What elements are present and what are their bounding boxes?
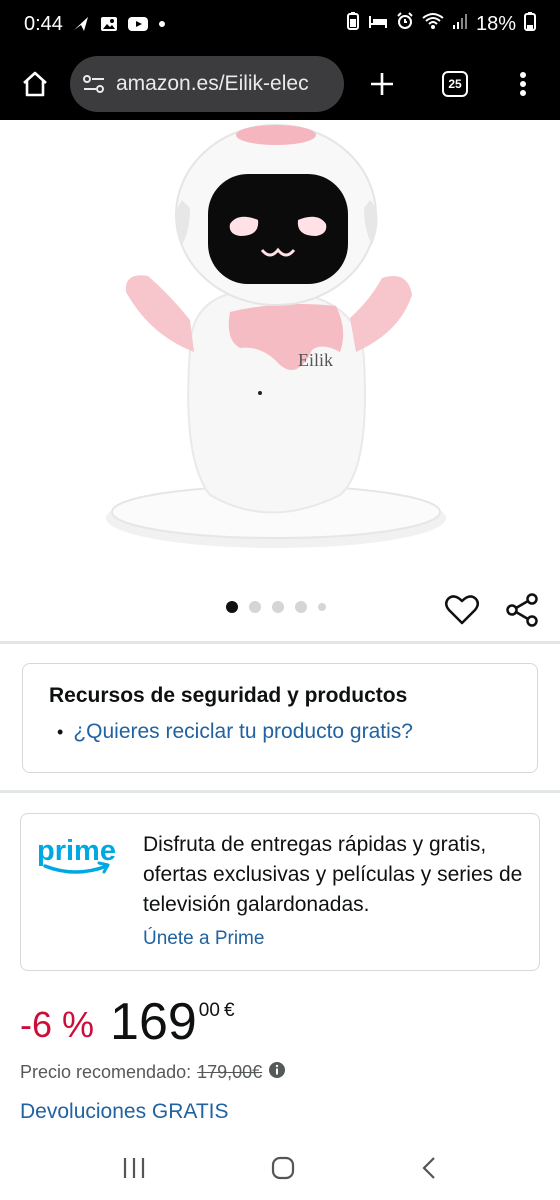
- share-icon: [506, 593, 538, 627]
- recommended-price-row: Precio recomendado: 179,00€: [20, 1061, 286, 1084]
- safety-title: Recursos de seguridad y productos: [49, 684, 408, 707]
- rrp-label: Precio recomendado:: [20, 1062, 192, 1082]
- more-notifications-icon: [157, 19, 167, 29]
- price-whole: 169: [110, 993, 197, 1051]
- system-back-button[interactable]: [419, 1155, 439, 1186]
- site-settings-icon[interactable]: [82, 73, 106, 95]
- prime-logo: prime: [37, 830, 129, 954]
- clock: 0:44: [24, 12, 63, 35]
- battery-icon: [524, 11, 536, 37]
- sleep-mode-icon: [368, 12, 388, 36]
- carousel-dot[interactable]: [226, 601, 238, 613]
- price-block: -6 % 169 00 €: [20, 994, 235, 1050]
- section-divider: [0, 641, 560, 644]
- join-prime-link[interactable]: Únete a Prime: [143, 928, 523, 950]
- home-button[interactable]: [0, 48, 70, 120]
- heart-icon: [445, 595, 479, 625]
- carousel-dot[interactable]: [318, 603, 326, 611]
- prime-description: Disfruta de entregas rápidas y gratis, o…: [143, 833, 523, 916]
- more-vert-icon: [520, 72, 526, 96]
- url-text: amazon.es/Eilik-elec: [116, 72, 309, 95]
- system-home-button[interactable]: [270, 1155, 296, 1186]
- signal-icon: [452, 12, 468, 36]
- wifi-icon: [422, 12, 444, 36]
- product-image[interactable]: Eilik: [90, 120, 470, 560]
- discount-percentage: -6 %: [20, 1004, 95, 1045]
- recent-apps-button[interactable]: [121, 1156, 147, 1185]
- home-icon: [23, 71, 47, 97]
- status-bar: 0:44 18%: [0, 0, 560, 48]
- browser-toolbar: amazon.es/Eilik-elec 25: [0, 48, 560, 120]
- back-icon: [422, 1156, 435, 1179]
- tab-switcher-button[interactable]: 25: [420, 48, 490, 120]
- share-button[interactable]: [504, 592, 542, 630]
- plus-icon: [371, 73, 393, 95]
- new-tab-button[interactable]: [344, 48, 420, 120]
- system-navigation-bar: [0, 1140, 560, 1200]
- free-returns-link[interactable]: Devoluciones GRATIS: [20, 1100, 229, 1124]
- prime-promo-card[interactable]: prime Disfruta de entregas rápidas y gra…: [20, 813, 540, 971]
- browser-menu-button[interactable]: [490, 48, 556, 120]
- section-divider: [0, 790, 560, 793]
- rrp-value: 179,00€: [197, 1062, 263, 1082]
- carousel-dot[interactable]: [295, 601, 307, 613]
- prime-logo-text: prime: [37, 835, 116, 867]
- price-currency: €: [223, 1000, 235, 1021]
- tab-count: 25: [442, 71, 468, 97]
- product-image-area[interactable]: Eilik: [0, 120, 560, 640]
- bullet-icon: •: [57, 721, 64, 742]
- battery-saver-icon: [346, 11, 360, 37]
- system-home-icon: [271, 1156, 295, 1179]
- navigation-notification-icon: [71, 14, 91, 34]
- carousel-dot[interactable]: [272, 601, 284, 613]
- alarm-icon: [396, 12, 414, 36]
- youtube-notification-icon: [127, 15, 149, 33]
- safety-resources-card: Recursos de seguridad y productos • ¿Qui…: [22, 663, 538, 773]
- info-icon[interactable]: [268, 1061, 286, 1084]
- recent-apps-icon: [124, 1157, 145, 1178]
- image-carousel-indicator: [226, 601, 326, 613]
- gallery-notification-icon: [99, 14, 119, 34]
- wishlist-button[interactable]: [444, 592, 482, 630]
- price-fraction: 00: [198, 1000, 220, 1021]
- battery-percentage: 18%: [475, 12, 516, 35]
- recycle-link[interactable]: ¿Quieres reciclar tu producto gratis?: [73, 720, 413, 744]
- carousel-dot[interactable]: [249, 601, 261, 613]
- address-bar[interactable]: amazon.es/Eilik-elec: [70, 56, 344, 112]
- product-label: Eilik: [298, 350, 333, 370]
